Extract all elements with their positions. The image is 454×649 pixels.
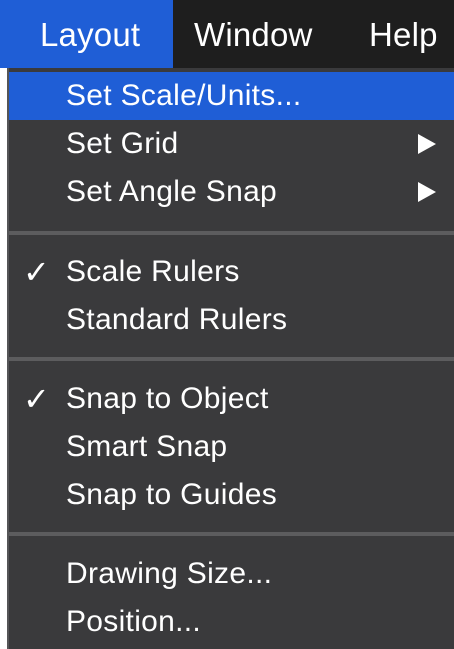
menu-item-label: Position...: [66, 605, 202, 638]
screen: Layout Window Help Set Scale/Units... Se…: [0, 0, 454, 649]
menu-item-drawing-size[interactable]: Drawing Size...: [9, 550, 454, 598]
menubar-layout-label: Layout: [40, 15, 141, 53]
menu-item-label: Snap to Guides: [66, 478, 278, 511]
menu-item-snap-to-object[interactable]: ✓ Snap to Object: [9, 375, 454, 423]
layout-dropdown-menu: Set Scale/Units... Set Grid Set Angle Sn…: [7, 68, 454, 649]
menu-separator: [9, 231, 454, 235]
menu-item-label: Drawing Size...: [66, 557, 273, 590]
menu-item-label: Scale Rulers: [66, 255, 240, 288]
menu-separator: [9, 532, 454, 536]
menu-item-scale-rulers[interactable]: ✓ Scale Rulers: [9, 248, 454, 296]
menu-item-standard-rulers[interactable]: Standard Rulers: [9, 296, 454, 344]
menu-item-set-scale-units[interactable]: Set Scale/Units...: [9, 72, 454, 120]
menu-separator: [9, 357, 454, 361]
menu-item-smart-snap[interactable]: Smart Snap: [9, 423, 454, 471]
submenu-arrow-icon: [418, 134, 436, 154]
menu-item-snap-to-guides[interactable]: Snap to Guides: [9, 471, 454, 519]
menu-item-set-grid[interactable]: Set Grid: [9, 120, 454, 168]
menu-item-label: Set Grid: [66, 127, 179, 160]
menubar-help[interactable]: Help: [354, 0, 454, 68]
menu-item-position[interactable]: Position...: [9, 598, 454, 646]
menu-item-label: Snap to Object: [66, 382, 269, 415]
menu-item-set-angle-snap[interactable]: Set Angle Snap: [9, 168, 454, 216]
menu-item-label: Standard Rulers: [66, 303, 288, 336]
menu-bar: Layout Window Help: [0, 0, 454, 68]
menubar-window[interactable]: Window: [173, 0, 354, 68]
menubar-layout[interactable]: Layout: [0, 0, 173, 68]
checkmark-icon: ✓: [23, 254, 51, 290]
submenu-arrow-icon: [418, 182, 436, 202]
menu-item-label: Set Angle Snap: [66, 175, 278, 208]
menubar-help-label: Help: [369, 15, 438, 53]
menubar-window-label: Window: [194, 15, 313, 53]
menu-item-label: Smart Snap: [66, 430, 228, 463]
checkmark-icon: ✓: [23, 381, 51, 417]
menu-item-label: Set Scale/Units...: [66, 79, 302, 112]
